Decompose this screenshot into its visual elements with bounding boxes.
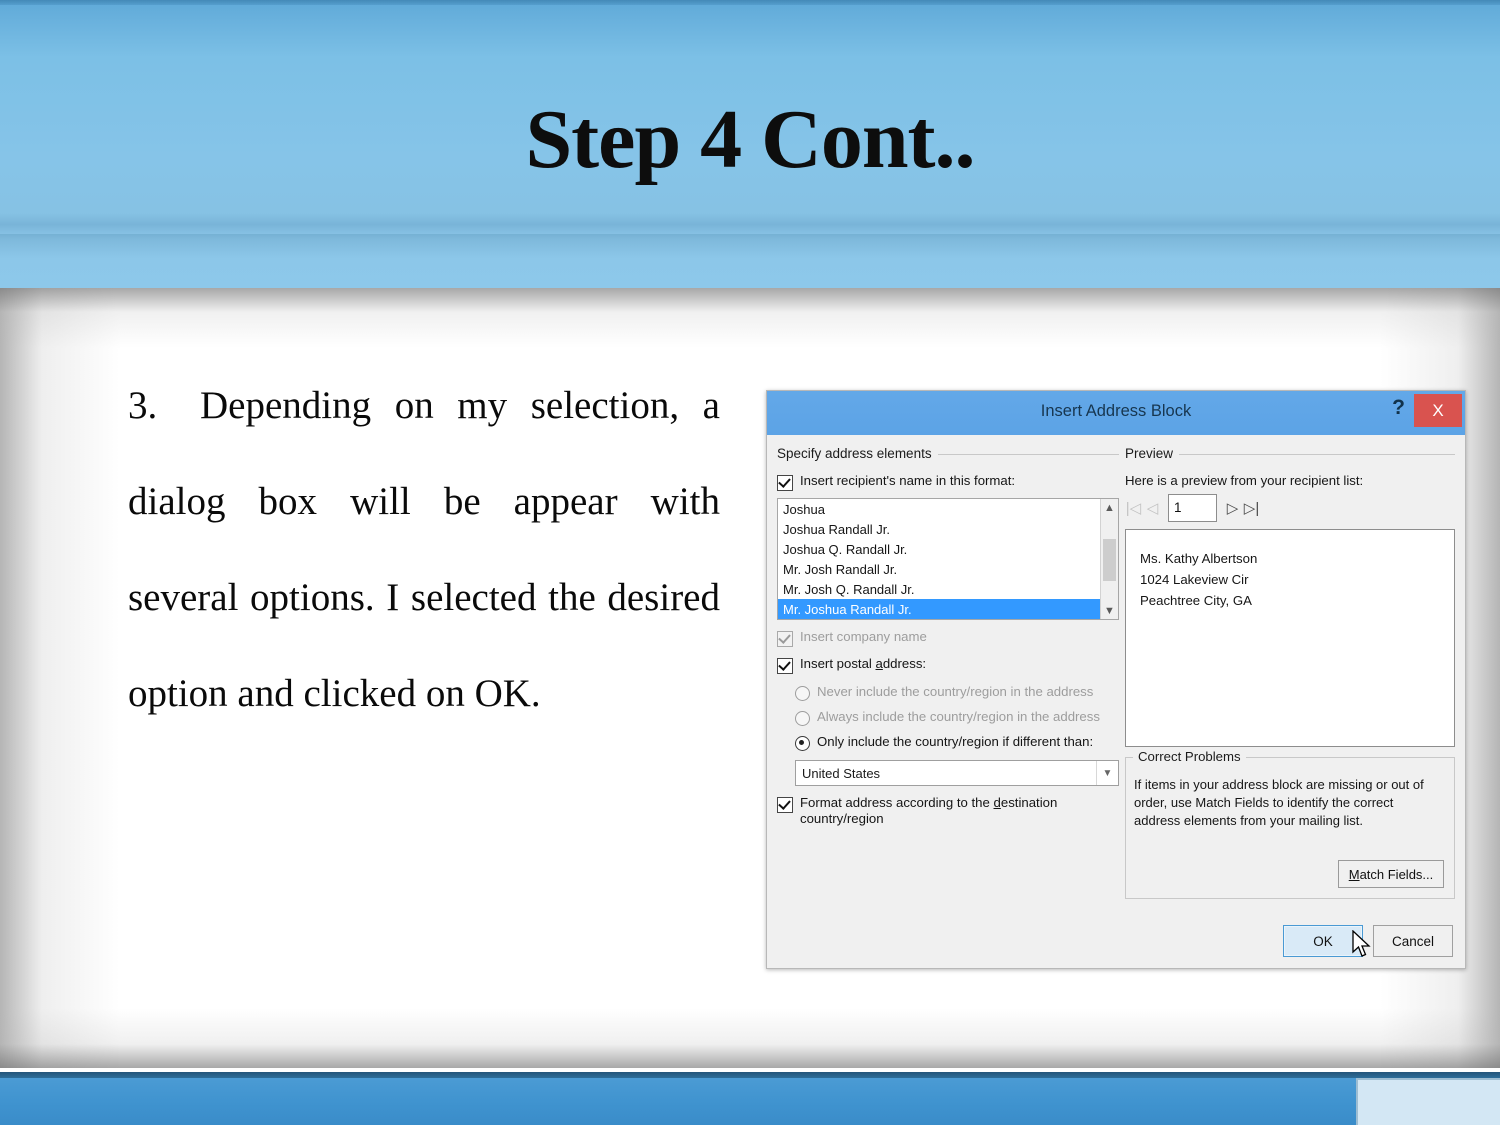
format-address-checkbox-row[interactable]: Format address according to the destinat… [777,795,1119,827]
preview-intro-label: Here is a preview from your recipient li… [1125,473,1364,488]
slide-footer [0,1078,1500,1125]
card-shadow-left [0,288,120,1068]
radio-always-include-row: Always include the country/region in the… [795,709,1119,726]
format-address-label: Format address according to the destinat… [800,795,1058,826]
name-format-listbox[interactable]: Joshua Joshua Randall Jr. Joshua Q. Rand… [777,498,1119,620]
scrollbar-thumb[interactable] [1103,539,1116,581]
country-select[interactable]: United States ▼ [795,760,1119,786]
insert-postal-address-checkbox-row[interactable]: Insert postal address: [777,656,1119,674]
first-record-icon: |◁ [1125,500,1142,517]
list-number: 3. [128,384,158,427]
dialog-title: Insert Address Block [1040,402,1192,420]
footer-decoration-box [1356,1078,1500,1125]
cancel-button[interactable]: Cancel [1373,925,1453,957]
record-number-input[interactable]: 1 [1168,494,1217,522]
country-select-value: United States [802,765,881,781]
checkbox-icon [777,631,793,647]
last-record-icon[interactable]: ▷| [1243,495,1260,521]
correct-problems-group: Correct Problems If items in your addres… [1125,749,1455,899]
insert-recipient-name-checkbox-row[interactable]: Insert recipient's name in this format: [777,473,1119,491]
slide-body-paragraph: 3. Depending on my selection, a dialog bo… [128,358,720,742]
help-icon[interactable]: ? [1392,396,1405,420]
group-header-left: Specify address elements [777,445,1119,464]
powerpoint-slide: Step 4 Cont.. 3. Depending on my selectio… [0,0,1500,1125]
checkbox-icon[interactable] [777,658,793,674]
preview-group: Preview Here is a preview from your reci… [1125,445,1455,899]
address-preview-box: Ms. Kathy Albertson 1024 Lakeview Cir Pe… [1125,529,1455,747]
preview-line: Peachtree City, GA [1140,593,1252,608]
correct-problems-text: If items in your address block are missi… [1134,777,1424,828]
checkbox-icon[interactable] [777,475,793,491]
radio-icon [795,686,810,701]
scroll-up-icon[interactable]: ▲ [1101,499,1118,516]
list-item-selected[interactable]: Mr. Joshua Randall Jr. [778,599,1101,619]
correct-problems-label: Correct Problems [1133,749,1246,764]
list-item[interactable]: Joshua [778,499,1101,519]
dialog-body: Specify address elements Insert recipien… [767,435,1465,967]
ok-button[interactable]: OK [1283,925,1363,957]
specify-address-elements-group: Specify address elements Insert recipien… [777,445,1119,827]
insert-recipient-name-label: Insert recipient's name in this format: [800,473,1016,488]
page-title: Step 4 Cont.. [525,93,975,186]
name-format-items: Joshua Joshua Randall Jr. Joshua Q. Rand… [778,499,1101,619]
dialog-button-row: OK Cancel [1283,925,1453,957]
list-item[interactable]: Joshua Randall Jr. [778,519,1101,539]
chevron-down-icon[interactable]: ▼ [1096,761,1118,785]
insert-address-block-dialog: Insert Address Block ? X Specify address… [766,390,1466,969]
listbox-scrollbar[interactable]: ▲ ▼ [1100,499,1118,619]
slide-body-text: Depending on my selection, a dialog box … [128,384,720,715]
radio-icon-selected[interactable] [795,736,810,751]
next-record-icon[interactable]: ▷ [1224,495,1241,521]
previous-record-icon: ◁ [1146,500,1159,517]
preview-line: 1024 Lakeview Cir [1140,572,1249,587]
group-header-right: Preview [1125,445,1455,464]
list-item[interactable]: Joshua Q. Randall Jr. [778,539,1101,559]
preview-line: Ms. Kathy Albertson [1140,551,1258,566]
insert-company-name-checkbox-row: Insert company name [777,629,1119,647]
radio-never-include-row: Never include the country/region in the … [795,684,1119,701]
scroll-down-icon[interactable]: ▼ [1101,602,1118,619]
radio-only-include-row[interactable]: Only include the country/region if diffe… [795,734,1119,751]
radio-never-label: Never include the country/region in the … [817,684,1094,699]
radio-icon [795,711,810,726]
group-label-preview: Preview [1125,446,1180,461]
radio-only-label: Only include the country/region if diffe… [817,734,1094,749]
checkbox-icon[interactable] [777,797,793,813]
list-item[interactable]: Mr. Josh Randall Jr. [778,559,1101,579]
insert-company-name-label: Insert company name [800,629,927,644]
close-icon[interactable]: X [1414,394,1462,427]
insert-postal-address-label: Insert postal address: [800,656,927,671]
card-shadow-bottom [0,1008,1500,1068]
match-fields-button[interactable]: Match Fields... [1338,860,1444,888]
banner-top-edge [0,0,1500,5]
record-navigator: |◁ ◁ 1 ▷ ▷| [1125,494,1455,522]
card-shadow-top [0,288,1500,348]
list-item[interactable]: Mr. Josh Q. Randall Jr. [778,579,1101,599]
country-region-radio-group: Never include the country/region in the … [777,684,1119,751]
radio-always-label: Always include the country/region in the… [817,709,1100,724]
dialog-title-bar[interactable]: Insert Address Block ? X [767,391,1465,435]
group-label-specify: Specify address elements [777,446,938,461]
